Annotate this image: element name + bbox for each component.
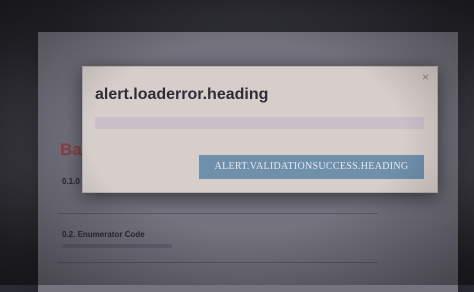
- alert-modal: × alert.loaderror.heading ALERT.VALIDATI…: [82, 66, 438, 193]
- field-help-text: [62, 244, 172, 248]
- validation-success-button[interactable]: ALERT.VALIDATIONSUCCESS.HEADING: [199, 155, 424, 179]
- field-label: 0.1.0: [62, 177, 80, 186]
- progress-bar: [95, 117, 424, 129]
- enumerator-code-label: 0.2. Enumerator Code: [62, 230, 145, 239]
- close-icon[interactable]: ×: [422, 70, 429, 84]
- page-title: Ba: [60, 140, 82, 159]
- modal-heading: alert.loaderror.heading: [95, 86, 269, 103]
- divider: [58, 213, 378, 214]
- divider: [58, 262, 378, 263]
